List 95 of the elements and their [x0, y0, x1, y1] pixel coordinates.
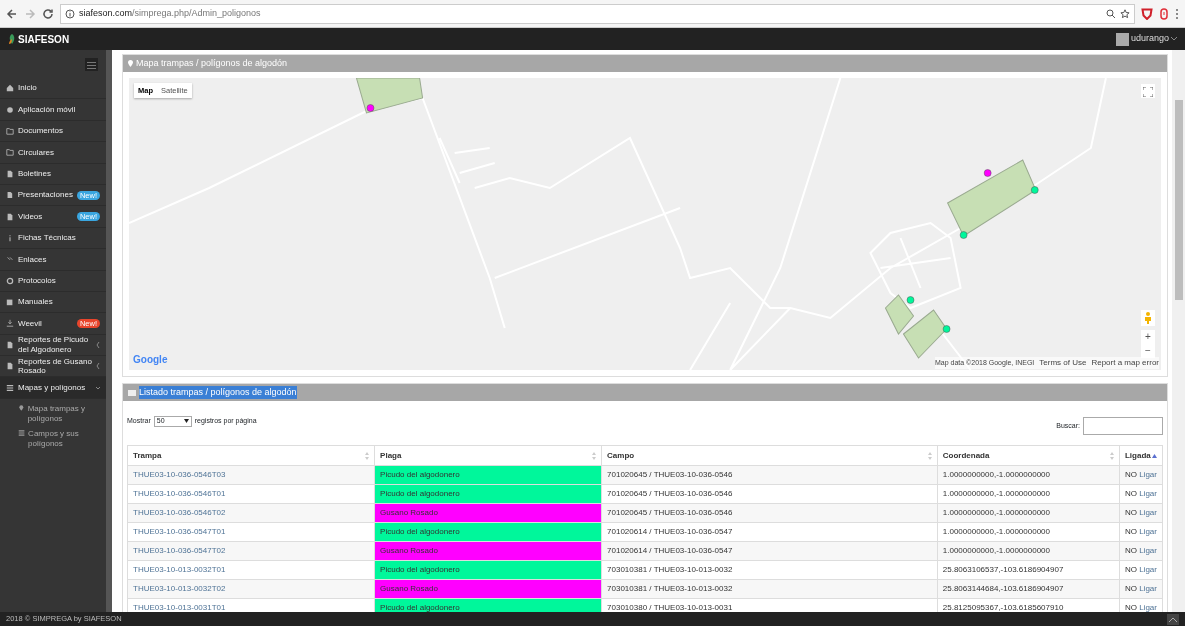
pin-icon — [128, 60, 133, 67]
trap-link[interactable]: THUE03-10-036-0546T02 — [133, 508, 226, 517]
list-icon — [6, 383, 14, 392]
link-action[interactable]: Ligar — [1139, 489, 1157, 498]
table-cell: 25.8063106537,-103.6186904907 — [937, 560, 1120, 580]
search-field[interactable] — [1083, 417, 1163, 435]
panel-title: Listado trampas / polígonos de algodón — [139, 385, 297, 400]
list-icon — [18, 428, 26, 437]
sidebar-item[interactable]: Circulares — [0, 142, 106, 164]
sidebar-item[interactable]: Inicio — [0, 78, 106, 100]
sidebar-item[interactable]: Fichas Técnicas — [0, 227, 106, 250]
trap-link[interactable]: THUE03-10-036-0547T01 — [133, 527, 226, 536]
submenu-item[interactable]: Campos y sus polígonos — [18, 426, 106, 452]
avatar-placeholder — [1115, 32, 1129, 46]
extension-icon[interactable] — [1159, 7, 1169, 20]
link-action[interactable]: Ligar — [1139, 470, 1157, 479]
trap-link[interactable]: THUE03-10-036-0547T02 — [133, 546, 226, 555]
table-cell: 701020645 / THUE03-10-036-0546 — [601, 484, 938, 504]
link-action[interactable]: Ligar — [1139, 603, 1157, 612]
user-name[interactable]: udurango — [1130, 32, 1169, 46]
trap-link[interactable]: THUE03-10-036-0546T01 — [133, 489, 226, 498]
link-action[interactable]: Ligar — [1139, 584, 1157, 593]
document-icon — [6, 340, 14, 349]
info-icon[interactable] — [65, 8, 75, 19]
sort-ascending-icon[interactable] — [1152, 453, 1157, 458]
pin-icon — [18, 403, 25, 412]
sidebar-item[interactable]: Aplicación móvil — [0, 99, 106, 121]
trap-link[interactable]: THUE03-10-013-0031T01 — [133, 603, 226, 612]
back-icon[interactable] — [6, 7, 18, 20]
gear-icon — [6, 276, 14, 285]
brand-name: SIAFESON — [18, 32, 70, 47]
sidebar-item[interactable]: Manuales — [0, 291, 106, 314]
book-icon — [6, 298, 14, 307]
table-cell: 1.0000000000,-1.0000000000 — [937, 522, 1120, 542]
column-header[interactable]: Plaga — [374, 445, 602, 466]
leaf-logo-icon — [8, 33, 16, 45]
sidebar-item[interactable]: Documentos — [0, 120, 106, 143]
linked-status: NO — [1124, 584, 1137, 593]
linked-status: NO — [1124, 508, 1137, 517]
column-header[interactable]: Campo — [601, 445, 938, 466]
linked-status: NO — [1124, 489, 1137, 498]
address-bar[interactable]: siafeson.com/simprega.php/Admin_poligonos — [60, 3, 1135, 24]
sidebar-item[interactable]: Boletines — [0, 163, 106, 185]
table-cell: 703010381 / THUE03-10-013-0032 — [601, 560, 938, 580]
reload-icon[interactable] — [42, 7, 54, 20]
linked-status: NO — [1124, 603, 1137, 612]
table-cell: 701020614 / THUE03-10-036-0547 — [601, 522, 938, 542]
list-icon — [128, 389, 136, 396]
linked-status: NO — [1124, 546, 1137, 555]
link-action[interactable]: Ligar — [1139, 527, 1157, 536]
link-action[interactable]: Ligar — [1139, 508, 1157, 517]
chevron-up-icon — [1169, 617, 1177, 622]
scroll-top-button[interactable] — [1167, 613, 1179, 625]
sidebar-toggle[interactable] — [85, 57, 98, 71]
star-icon[interactable] — [1120, 8, 1130, 19]
sidebar-item[interactable]: Protocolos — [0, 270, 106, 292]
pegman-icon — [1144, 311, 1152, 324]
trap-link[interactable]: THUE03-10-013-0032T01 — [133, 565, 226, 574]
document-icon — [6, 362, 14, 371]
submenu-item[interactable]: Mapa trampas y polígonos — [18, 401, 106, 427]
document-icon — [6, 191, 14, 200]
download-icon — [6, 319, 14, 328]
trap-link[interactable]: THUE03-10-013-0032T02 — [133, 584, 226, 593]
trap-link[interactable]: THUE03-10-036-0546T03 — [133, 470, 226, 479]
menu-icon[interactable] — [1175, 7, 1179, 20]
sidebar-item[interactable]: Mapas y polígonos — [0, 377, 106, 399]
link-action[interactable]: Ligar — [1139, 546, 1157, 555]
caret-icon[interactable] — [1171, 37, 1177, 41]
url-text: siafeson.com/simprega.php/Admin_poligonos — [79, 6, 261, 20]
sidebar-item[interactable]: Reportes de Picudo del Algodonero — [0, 334, 106, 357]
panel-title: Mapa trampas / polígonos de algodón — [136, 56, 288, 70]
folder-icon — [6, 148, 14, 157]
linked-status: NO — [1124, 565, 1137, 574]
linked-status: NO — [1124, 527, 1137, 536]
dropdown-arrow-icon — [183, 419, 189, 423]
column-header[interactable]: Coordenada — [937, 445, 1120, 466]
document-icon — [6, 169, 14, 178]
info-icon — [6, 233, 14, 242]
terms-link[interactable]: Terms of Use — [1039, 357, 1087, 369]
column-header[interactable]: Ligada — [1119, 445, 1163, 466]
map-logo: Google — [133, 353, 168, 367]
scrollbar-thumb[interactable] — [1175, 100, 1183, 300]
report-link[interactable]: Report a map error — [1091, 357, 1159, 369]
table-cell: 1.0000000000,-1.0000000000 — [937, 484, 1120, 504]
column-header[interactable]: Trampa — [127, 445, 375, 466]
fullscreen-button[interactable] — [1141, 84, 1155, 98]
shield-icon[interactable] — [1141, 7, 1153, 20]
link-action[interactable]: Ligar — [1139, 565, 1157, 574]
folder-icon — [6, 126, 14, 135]
document-icon — [6, 212, 14, 221]
circle-icon — [6, 105, 14, 114]
zoom-icon[interactable] — [1106, 8, 1116, 19]
house-icon — [6, 84, 14, 93]
linked-status: NO — [1124, 470, 1137, 479]
sidebar-item[interactable]: Enlaces — [0, 249, 106, 271]
